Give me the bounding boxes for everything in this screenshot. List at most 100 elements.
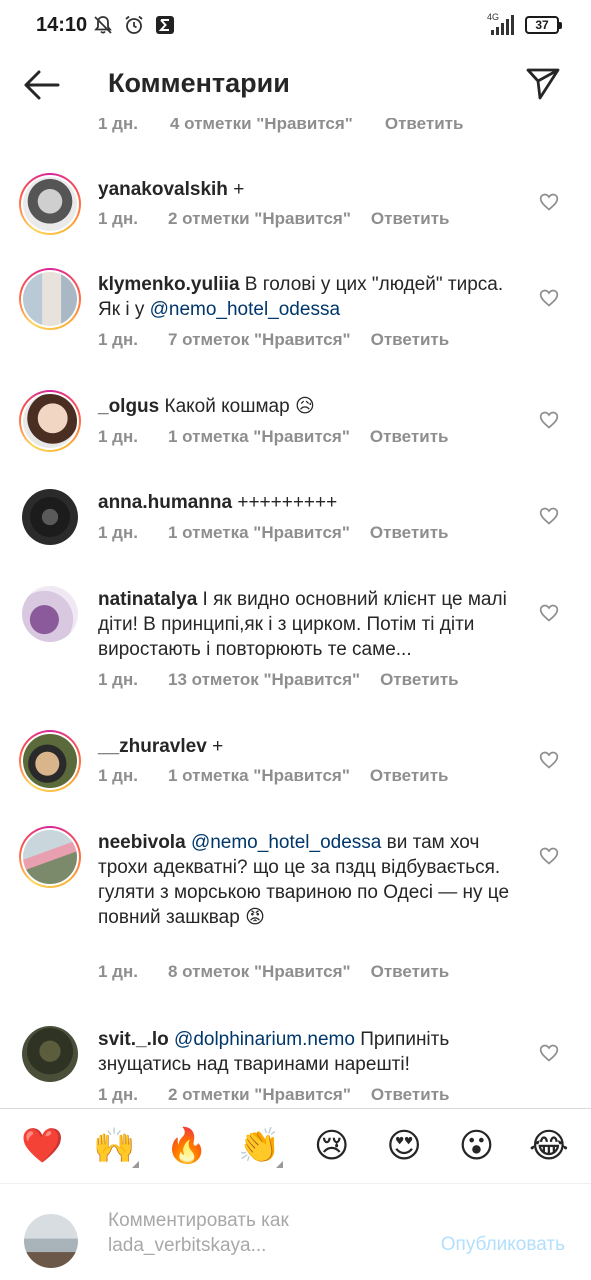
like-heart-icon[interactable] [539, 288, 559, 308]
comment-username[interactable]: neebivola [98, 832, 186, 853]
comment-time: 1 дн. [98, 118, 138, 133]
header: Комментарии [0, 52, 591, 118]
comment-username[interactable]: anna.humanna [98, 492, 232, 513]
comment-body: Какой кошмар 😥 [159, 396, 315, 417]
comment-meta: 1 дн. 7 отметок "Нравится" Ответить [98, 330, 449, 350]
comment-input[interactable]: Комментировать как lada_verbitskaya... [108, 1208, 408, 1258]
comment-composer: Комментировать как lada_verbitskaya... О… [0, 1184, 591, 1280]
comment-meta: 1 дн. 1 отметка "Нравится" Ответить [98, 427, 448, 447]
reply-button[interactable]: Ответить [371, 962, 450, 982]
comment-time: 1 дн. [98, 330, 138, 349]
like-heart-icon[interactable] [539, 506, 559, 526]
like-heart-icon[interactable] [539, 750, 559, 770]
page-title: Комментарии [108, 68, 290, 98]
status-time: 14:10 [36, 14, 88, 36]
like-heart-icon[interactable] [539, 846, 559, 866]
status-icons [92, 14, 176, 36]
comment-meta: 1 дн. 1 отметка "Нравится" Ответить [98, 766, 448, 786]
publish-button[interactable]: Опубликовать [441, 1234, 565, 1256]
comment-time: 1 дн. [98, 962, 138, 981]
comment-username[interactable]: natinatalya [98, 589, 197, 610]
avatar[interactable] [19, 390, 81, 452]
comment-likes[interactable]: 1 отметка "Нравится" [168, 523, 350, 543]
partial-comment-meta: 1 дн. 4 отметки "Нравится" Ответить [98, 118, 463, 134]
comment-username[interactable]: __zhuravlev [98, 736, 207, 757]
reply-button[interactable]: Ответить [371, 209, 450, 229]
comment-time: 1 дн. [98, 523, 138, 542]
share-button[interactable] [525, 66, 561, 102]
comment-text: _olgus Какой кошмар 😥 [98, 394, 518, 419]
battery-icon: 37 [525, 16, 562, 34]
comment-time: 1 дн. [98, 670, 138, 689]
avatar[interactable] [19, 583, 81, 645]
comment-likes[interactable]: 4 отметки "Нравится" [170, 118, 353, 134]
comment-likes[interactable]: 1 отметка "Нравится" [168, 427, 350, 447]
comment-time: 1 дн. [98, 1085, 138, 1104]
comment-username[interactable]: _olgus [98, 396, 159, 417]
comment-text: svit._.lo @dolphinarium.nemo Припиніть з… [98, 1027, 518, 1077]
avatar[interactable] [19, 486, 81, 548]
divider [0, 1108, 591, 1109]
comment-body: + [227, 179, 245, 200]
emoji-surprised-button[interactable]: 😮 [452, 1126, 500, 1166]
emoji-quick-bar: ❤️ 🙌 🔥 👏 😢 😍 😮 😂 [0, 1110, 591, 1182]
reply-button[interactable]: Ответить [370, 523, 449, 543]
avatar[interactable] [19, 173, 81, 235]
arrow-left-icon [24, 70, 60, 100]
comment-text: yanakovalskih + [98, 177, 518, 202]
like-heart-icon[interactable] [539, 192, 559, 212]
avatar[interactable] [19, 826, 81, 888]
emoji-clap-button[interactable]: 👏 [235, 1126, 284, 1168]
comment-username[interactable]: yanakovalskih [98, 179, 228, 200]
comment-likes[interactable]: 2 отметки "Нравится" [168, 1085, 351, 1105]
like-heart-icon[interactable] [539, 410, 559, 430]
avatar[interactable] [19, 730, 81, 792]
mention-link[interactable]: @nemo_hotel_odessa [191, 832, 381, 853]
like-heart-icon[interactable] [539, 603, 559, 623]
back-button[interactable] [22, 68, 62, 102]
like-heart-icon[interactable] [539, 1043, 559, 1063]
alarm-icon [123, 14, 145, 36]
comment-time: 1 дн. [98, 427, 138, 446]
reply-button[interactable]: Ответить [370, 766, 449, 786]
reply-button[interactable]: Ответить [371, 330, 450, 350]
comment-meta: 1 дн. 2 отметки "Нравится" Ответить [98, 1085, 449, 1105]
comment-text: neebivola @nemo_hotel_odessa ви там хоч … [98, 830, 518, 930]
comments-list[interactable]: 1 дн. 4 отметки "Нравится" Ответить yana… [0, 118, 591, 1108]
reply-button[interactable]: Ответить [380, 670, 459, 690]
comment-likes[interactable]: 8 отметок "Нравится" [168, 962, 351, 982]
comment-meta: 1 дн. 13 отметок "Нравится" Ответить [98, 670, 459, 690]
avatar[interactable] [19, 268, 81, 330]
comment-time: 1 дн. [98, 766, 138, 785]
emoji-heart-eyes-button[interactable]: 😍 [380, 1126, 428, 1166]
emoji-raised-hands-button[interactable]: 🙌 [91, 1126, 139, 1168]
comment-username[interactable]: svit._.lo [98, 1029, 169, 1050]
comment-likes[interactable]: 1 отметка "Нравится" [168, 766, 350, 786]
mention-link[interactable]: @dolphinarium.nemo [174, 1029, 355, 1050]
avatar [24, 1214, 78, 1268]
emoji-laughing-button[interactable]: 😂 [525, 1126, 573, 1166]
comment-text: klymenko.yuliia В голові у цих "людей" т… [98, 272, 518, 322]
comment-likes[interactable]: 13 отметок "Нравится" [168, 670, 360, 690]
network-type: 4G [487, 12, 500, 22]
emoji-fire-button[interactable]: 🔥 [163, 1126, 211, 1166]
reply-button[interactable]: Ответить [370, 427, 449, 447]
comment-likes[interactable]: 7 отметок "Нравится" [168, 330, 351, 350]
avatar[interactable] [19, 1023, 81, 1085]
emoji-crying-button[interactable]: 😢 [308, 1126, 356, 1166]
comment-text: __zhuravlev + [98, 734, 518, 759]
emoji-heart-button[interactable]: ❤️ [18, 1126, 66, 1166]
reply-button[interactable]: Ответить [371, 1085, 450, 1105]
signal-icon: 4G [487, 12, 517, 36]
reply-button[interactable]: Ответить [385, 118, 464, 134]
mention-link[interactable]: @nemo_hotel_odessa [150, 299, 340, 320]
paper-plane-icon [526, 68, 560, 100]
comment-meta: 1 дн. 2 отметки "Нравится" Ответить [98, 209, 449, 229]
comment-text: anna.humanna +++++++++ [98, 490, 518, 515]
comment-likes[interactable]: 2 отметки "Нравится" [168, 209, 351, 229]
comment-body: + [206, 736, 224, 757]
comment-body: +++++++++ [232, 492, 338, 513]
notifications-off-icon [92, 14, 114, 36]
status-right: 4G 37 [487, 12, 562, 36]
comment-username[interactable]: klymenko.yuliia [98, 274, 240, 295]
